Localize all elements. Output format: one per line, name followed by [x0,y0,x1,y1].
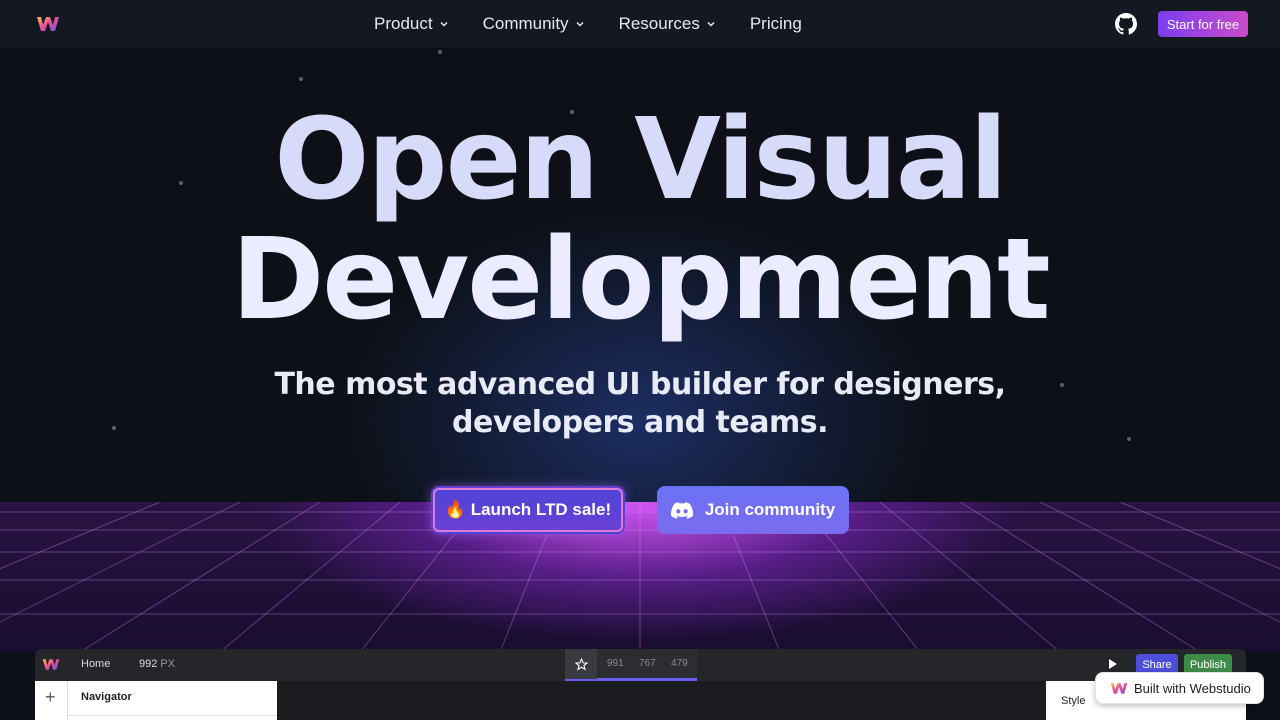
page-selector[interactable]: Home [81,658,110,670]
start-for-free-button[interactable]: Start for free [1158,11,1248,37]
navigator-panel: + Navigator [35,681,277,720]
builder-preview: Home 992 PX 991 767 479 Share Publish + … [35,649,1246,720]
tab-style[interactable]: Style [1061,695,1085,707]
grid-lines [0,502,1280,652]
navigator-title: Navigator [81,691,132,703]
webstudio-logo-icon[interactable] [36,14,60,34]
built-with-webstudio-label: Built with Webstudio [1134,680,1251,696]
github-icon[interactable] [1115,13,1137,35]
nav-pricing-label: Pricing [749,14,802,33]
star-icon [574,657,588,671]
hero-subtitle-line2: developers and teams. [452,405,829,440]
built-with-webstudio-badge[interactable]: Built with Webstudio [1095,672,1264,704]
breakpoints-bar: 991 767 479 [565,649,697,681]
hero-subtitle: The most advanced UI builder for designe… [0,366,1280,442]
hero-title-line2: Development [231,215,1050,345]
hero-subtitle-line1: The most advanced UI builder for designe… [274,367,1006,402]
chevron-down-icon [576,21,584,27]
chevron-down-icon [707,21,715,27]
nav-community-label: Community [482,14,569,33]
nav-product-label: Product [374,14,433,33]
nav-resources[interactable]: Resources [619,14,716,34]
base-breakpoint[interactable] [565,649,597,679]
canvas-width-unit: PX [160,658,176,670]
grid-floor [0,502,1280,652]
canvas-width[interactable]: 992 PX [139,658,175,670]
nav-pricing[interactable]: Pricing [750,14,802,34]
discord-icon [670,501,693,519]
webstudio-logo-icon[interactable] [42,657,60,672]
launch-ltd-sale-button[interactable]: 🔥 Launch LTD sale! [431,486,625,534]
hero-title-line1: Open Visual [274,95,1008,225]
nav-resources-label: Resources [618,14,700,33]
breakpoint-767[interactable]: 767 [639,658,656,669]
add-icon[interactable]: + [45,687,56,708]
webstudio-logo-icon [1110,682,1128,694]
builder-topbar: Home 992 PX 991 767 479 Share Publish [35,649,1246,681]
nav-product[interactable]: Product [374,14,449,34]
top-nav: Product Community Resources Pricing Star… [0,0,1280,48]
play-icon[interactable] [1108,658,1118,670]
canvas-width-value: 992 [139,658,158,670]
launch-ltd-sale-label: 🔥 Launch LTD sale! [444,500,612,519]
breakpoint-991[interactable]: 991 [607,658,624,669]
breakpoint-479[interactable]: 479 [671,658,688,669]
chevron-down-icon [440,21,448,27]
panel-divider [67,715,277,716]
join-community-button[interactable]: Join community [657,486,849,534]
nav-links: Product Community Resources Pricing [374,0,836,48]
join-community-label: Join community [704,500,836,519]
nav-community[interactable]: Community [483,14,585,34]
